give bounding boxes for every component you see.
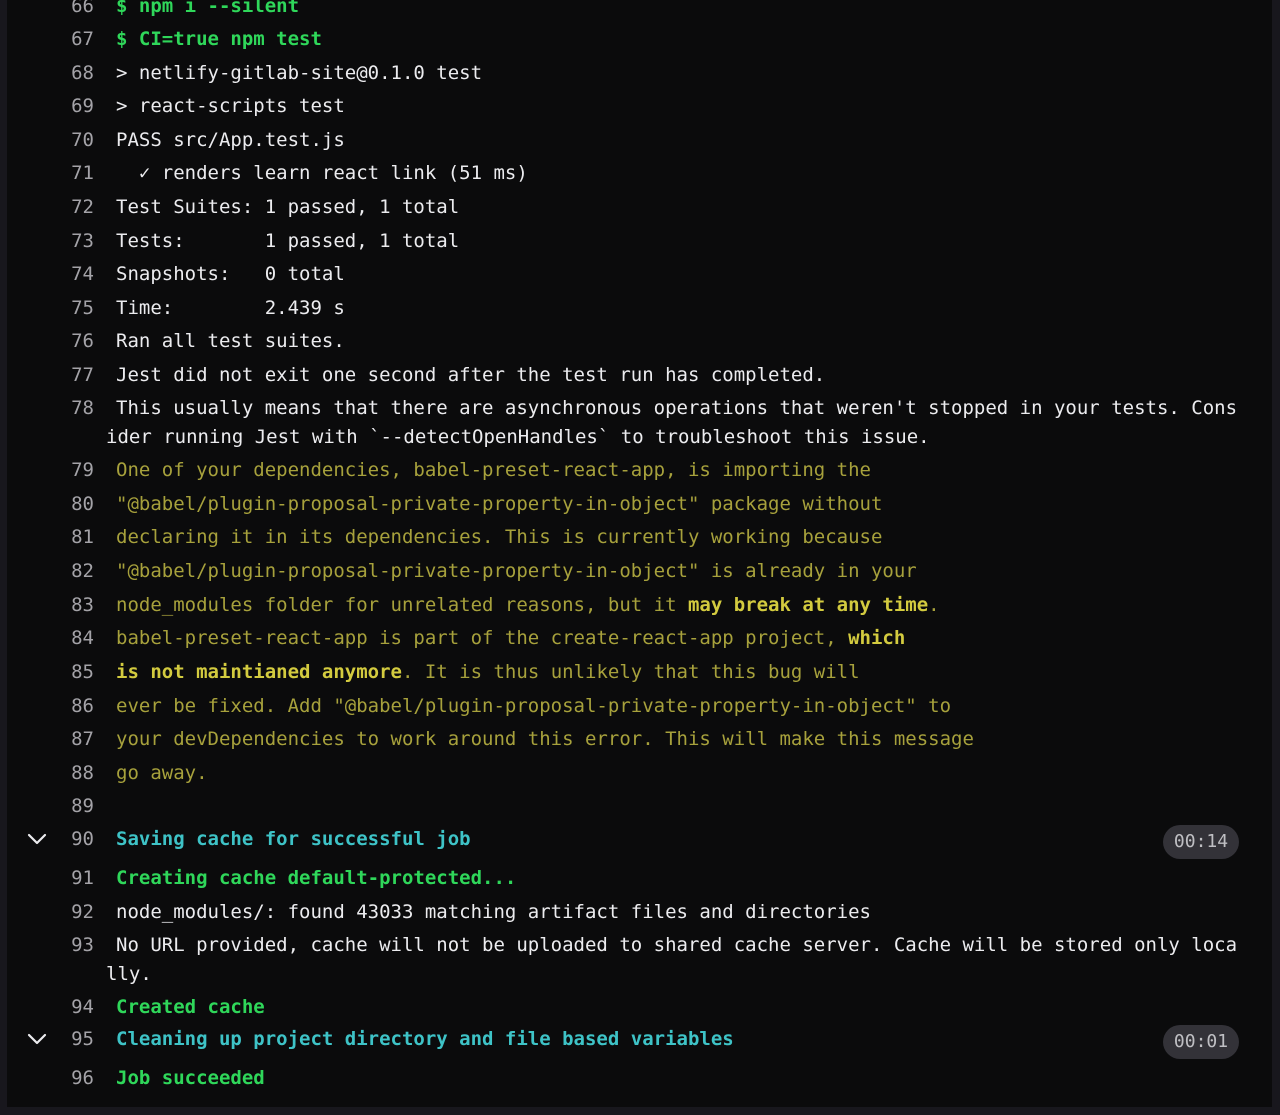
log-line-text: Test Suites: 1 passed, 1 total [116,196,460,218]
line-number[interactable]: 87 [54,727,94,751]
log-line-text: go away. [116,762,208,784]
line-number[interactable]: 74 [54,262,94,286]
log-line-text: "@babel/plugin-proposal-private-property… [116,493,883,515]
log-line-text: "@babel/plugin-proposal-private-property… [116,560,917,582]
log-line-text: $ npm i --silent [116,0,300,17]
line-number[interactable]: 73 [54,229,94,253]
line-number[interactable]: 78 [54,396,94,420]
line-number[interactable]: 91 [54,866,94,890]
line-number[interactable]: 86 [54,694,94,718]
line-number[interactable]: 88 [54,761,94,785]
log-line-text: Creating cache default-protected... [116,867,517,889]
line-number[interactable]: 92 [54,900,94,924]
log-line-text: declaring it in its dependencies. This i… [116,526,883,548]
log-line-text: Time: 2.439 s [116,297,345,319]
line-number[interactable]: 82 [54,559,94,583]
line-number[interactable]: 77 [54,363,94,387]
chevron-down-icon[interactable] [25,1027,49,1051]
line-number[interactable]: 71 [54,161,94,185]
chevron-down-icon[interactable] [25,827,49,851]
log-line-text: Tests: 1 passed, 1 total [116,230,460,252]
log-line-text: One of your dependencies, babel-preset-r… [116,459,871,481]
line-number[interactable]: 72 [54,195,94,219]
line-number[interactable]: 75 [54,296,94,320]
log-line-text: Snapshots: 0 total [116,263,345,285]
line-number[interactable]: 76 [54,329,94,353]
log-line-text: Jest did not exit one second after the t… [116,364,826,386]
log-line-text: babel-preset-react-app is part of the cr… [116,627,906,649]
line-number[interactable]: 89 [54,794,94,818]
log-line-text: node_modules/: found 43033 matching arti… [116,901,871,923]
log-line-text: $ CI=true npm test [116,28,322,50]
log-line-text: This usually means that there are asynch… [106,397,1238,448]
log-line-text: PASS src/App.test.js [116,129,345,151]
log-text-emphasis: which [848,627,906,649]
line-number[interactable]: 95 [54,1027,94,1051]
section-duration-badge: 00:14 [1163,825,1239,859]
job-log: 66 $ npm i --silent 67 $ CI=true npm tes… [7,0,1272,1107]
line-number[interactable]: 90 [54,827,94,851]
line-number[interactable]: 83 [54,593,94,617]
log-text-emphasis: is not maintianed anymore [116,661,402,683]
line-number[interactable]: 66 [54,0,94,18]
line-number[interactable]: 93 [54,933,94,957]
line-number[interactable]: 68 [54,61,94,85]
log-line-text: ever be fixed. Add "@babel/plugin-propos… [116,695,952,717]
log-text-emphasis: may break at any time [687,594,929,616]
line-number[interactable]: 81 [54,525,94,549]
log-line-text: Created cache [116,996,265,1018]
section-title: Cleaning up project directory and file b… [116,1028,734,1050]
line-number[interactable]: 80 [54,492,94,516]
log-line-text: your devDependencies to work around this… [116,728,974,750]
log-line-text: node_modules folder for unrelated reason… [116,594,940,616]
line-number[interactable]: 70 [54,128,94,152]
line-number[interactable]: 79 [54,458,94,482]
line-number[interactable]: 67 [54,27,94,51]
log-line-text: No URL provided, cache will not be uploa… [106,934,1238,985]
section-duration-badge: 00:01 [1163,1025,1239,1059]
line-number[interactable]: 84 [54,626,94,650]
log-line-text: Ran all test suites. [116,330,345,352]
log-line-text: > netlify-gitlab-site@0.1.0 test [116,62,483,84]
line-number[interactable]: 85 [54,660,94,684]
section-title: Saving cache for successful job [116,828,471,850]
log-line-text: Job succeeded [116,1067,265,1089]
line-number[interactable]: 94 [54,995,94,1019]
log-line-text: > react-scripts test [116,95,345,117]
log-line-text: ✓ renders learn react link (51 ms) [116,162,528,184]
line-number[interactable]: 69 [54,94,94,118]
log-line-text: is not maintianed anymore. It is thus un… [116,661,860,683]
line-number[interactable]: 96 [54,1066,94,1090]
